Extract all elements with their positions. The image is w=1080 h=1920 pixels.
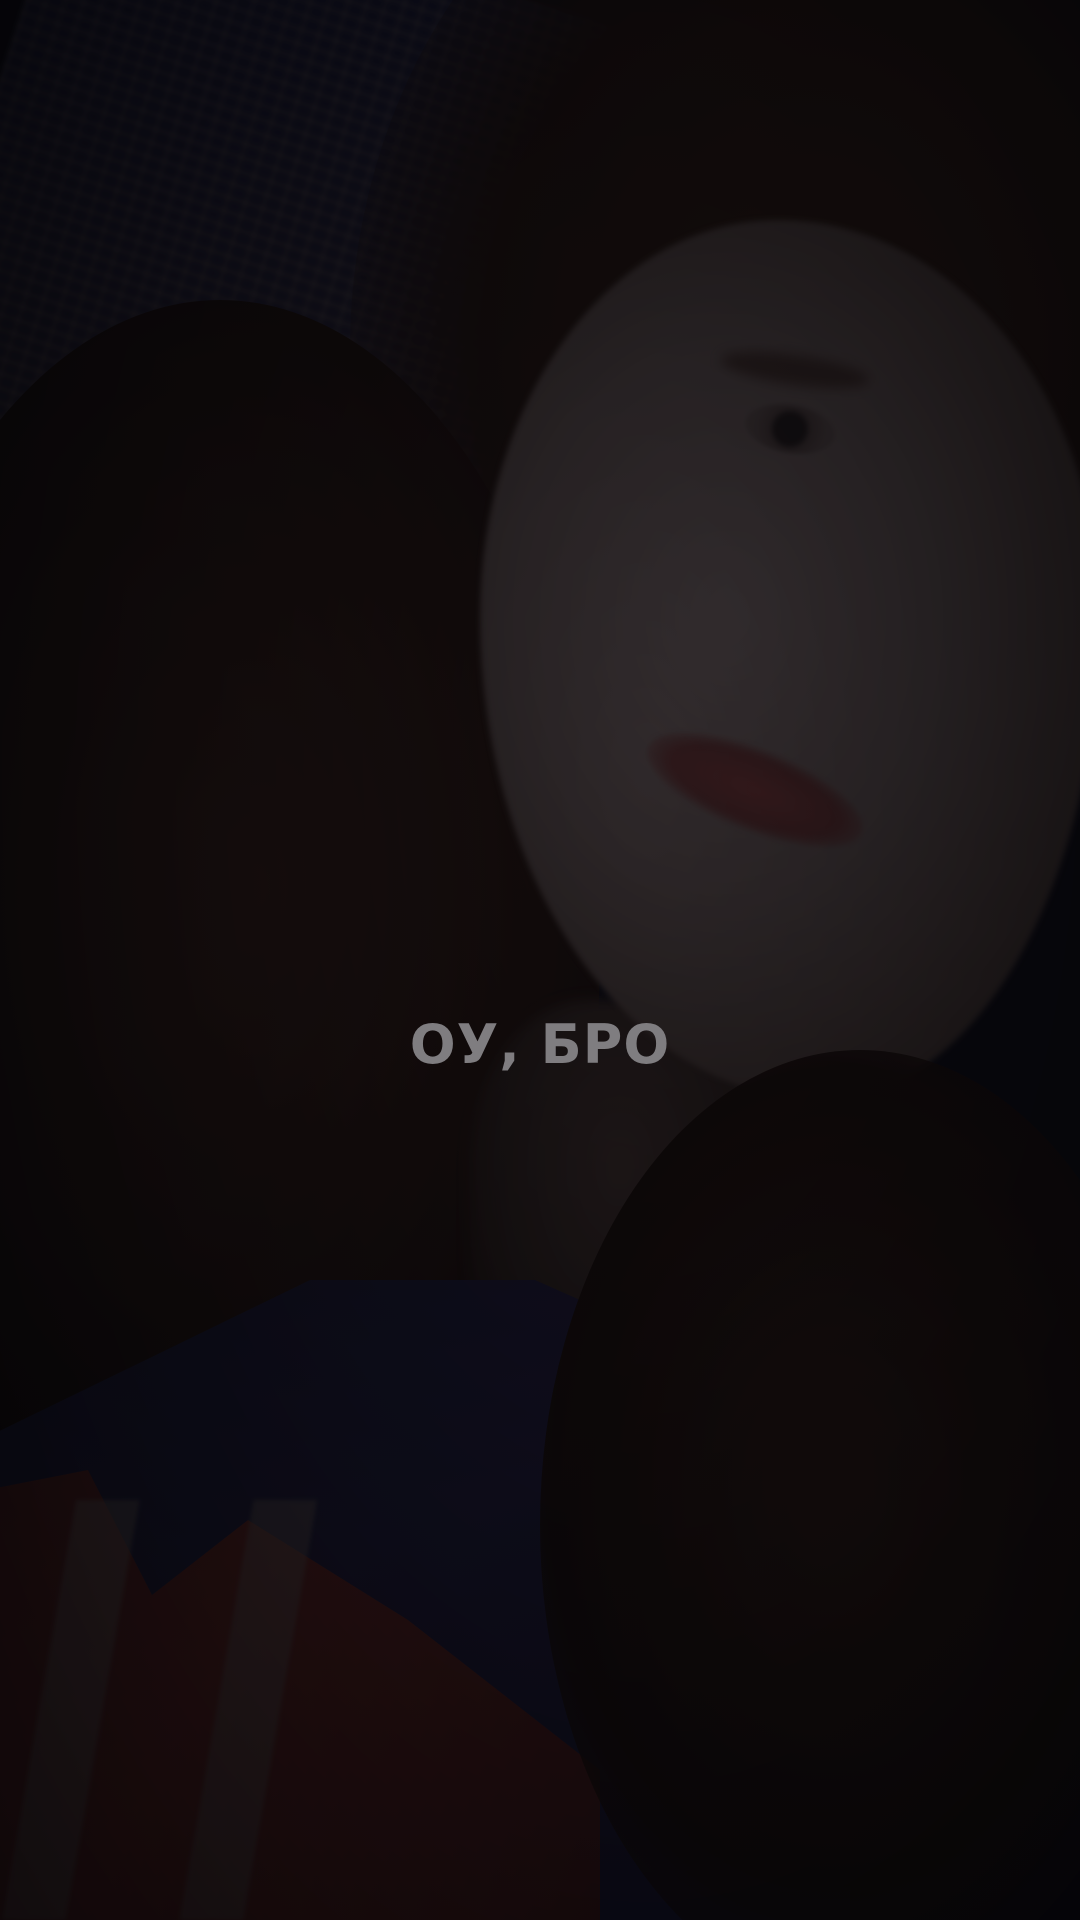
story-caption: ОУ, БРО <box>409 1013 671 1076</box>
dim-overlay <box>0 0 1080 1920</box>
story-screen[interactable]: ОУ, БРО <box>0 0 1080 1920</box>
